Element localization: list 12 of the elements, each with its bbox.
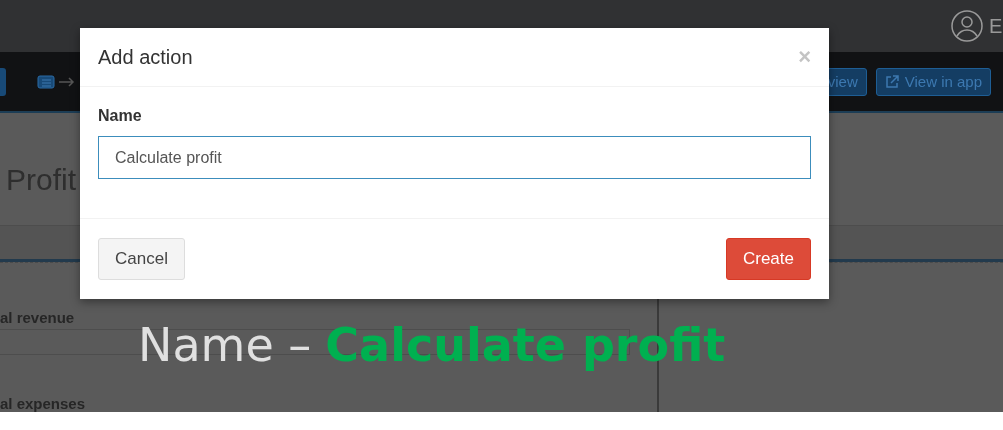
caption-label: Name –	[138, 318, 312, 374]
name-input[interactable]: Calculate profit	[98, 136, 811, 179]
user-icon[interactable]	[951, 10, 983, 42]
user-name[interactable]: E	[989, 14, 1003, 38]
list-arrow-icon	[37, 73, 77, 90]
create-button[interactable]: Create	[725, 238, 811, 280]
caption-value: Calculate profit	[325, 318, 726, 374]
view-in-app-button[interactable]: View in app	[875, 67, 991, 96]
external-link-icon	[884, 74, 899, 89]
dialog-title: Add action	[98, 45, 193, 69]
name-label: Name	[98, 107, 143, 125]
cancel-button[interactable]: Cancel	[98, 238, 185, 280]
